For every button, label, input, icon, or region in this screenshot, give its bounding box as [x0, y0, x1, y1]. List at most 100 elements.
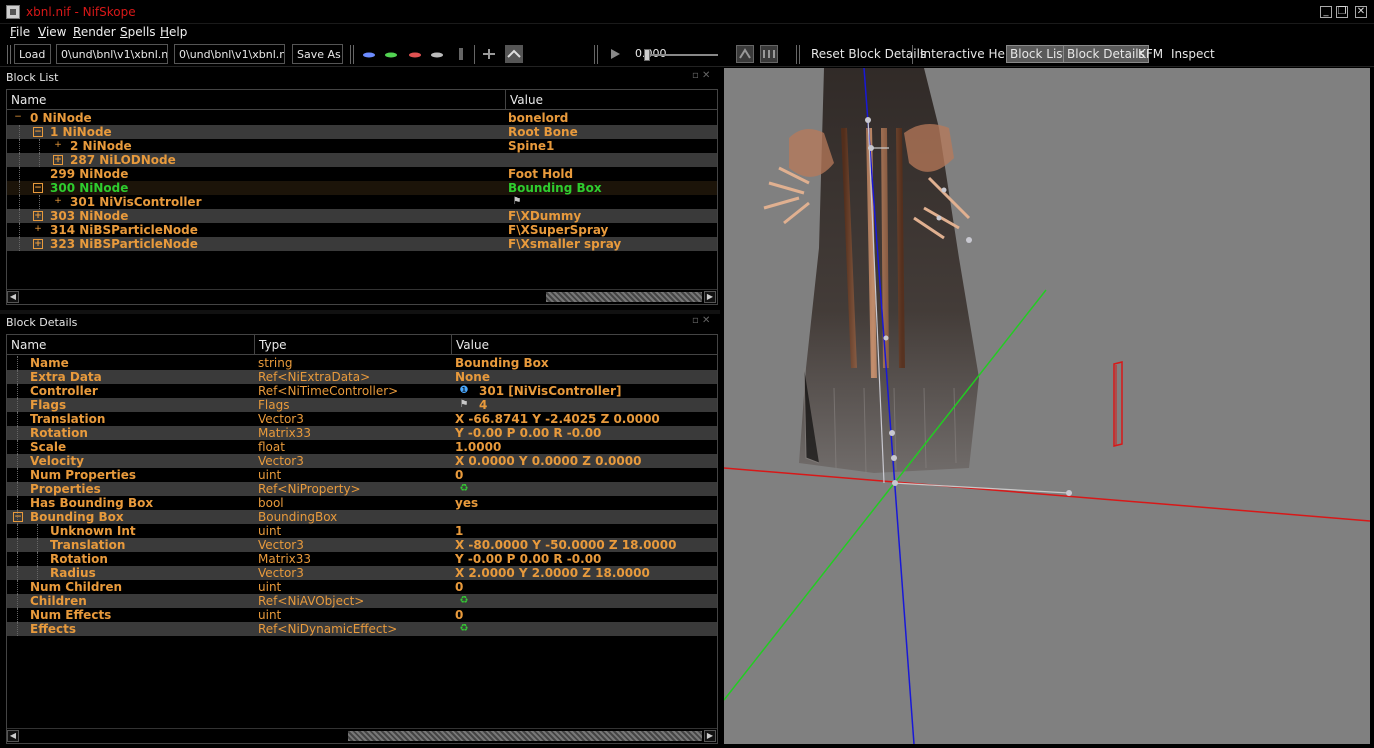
- expand-icon[interactable]: +: [33, 211, 43, 221]
- block-details-row[interactable]: Has Bounding Box bool yes: [7, 496, 717, 510]
- bounding-box-outline[interactable]: [1113, 361, 1123, 447]
- scroll-left-arrow[interactable]: ◀: [7, 730, 19, 742]
- save-as-button[interactable]: Save As: [292, 44, 343, 64]
- block-details-row[interactable]: Properties Ref<NiProperty> ♻: [7, 482, 717, 496]
- block-list-dock-buttons[interactable]: ▫ ✕: [692, 70, 710, 81]
- block-details-row[interactable]: Scale float 1.0000: [7, 440, 717, 454]
- field-value: 1.0000: [455, 440, 502, 454]
- scroll-right-arrow[interactable]: ▶: [704, 730, 716, 742]
- collapse-icon[interactable]: −: [33, 127, 43, 137]
- view-top-icon[interactable]: [362, 47, 376, 61]
- scroll-right-arrow[interactable]: ▶: [704, 291, 716, 303]
- time-slider[interactable]: [644, 54, 718, 56]
- menu-file[interactable]: File: [10, 25, 30, 39]
- block-details-row[interactable]: Effects Ref<NiDynamicEffect> ♻: [7, 622, 717, 636]
- block-list-row[interactable]: −1 NiNode Root Bone: [7, 125, 717, 139]
- load-path-field[interactable]: 0\und\bnl\v1\xbnl.nif: [56, 44, 168, 64]
- menu-help[interactable]: Help: [160, 25, 187, 39]
- block-details-hscrollbar[interactable]: ◀ ▶: [7, 728, 717, 742]
- block-details-row[interactable]: Controller Ref<NiTimeController> ❶ 301 [NiV…: [7, 384, 717, 398]
- view-front-icon[interactable]: [384, 47, 398, 61]
- block-list-row[interactable]: −0 NiNode bonelord: [7, 111, 717, 125]
- collapse-icon[interactable]: −: [13, 512, 23, 522]
- scroll-thumb[interactable]: [546, 292, 702, 302]
- column-header-name[interactable]: Name: [7, 90, 506, 110]
- block-list-tree[interactable]: Name Value −0 NiNode bonelord −1 NiNode Roo…: [6, 89, 718, 305]
- block-details-row[interactable]: Translation Vector3 X -66.8741 Y -2.4025 Z…: [7, 412, 717, 426]
- block-name: 0 NiNode: [30, 111, 92, 125]
- view-user-icon[interactable]: [430, 47, 444, 61]
- restore-button[interactable]: ❐: [1336, 6, 1348, 18]
- time-slider-handle[interactable]: [644, 49, 650, 61]
- model-bonelord[interactable]: [763, 68, 979, 474]
- expand-icon[interactable]: +: [33, 225, 43, 235]
- block-details-row[interactable]: Rotation Matrix33 Y -0.00 P 0.00 R -0.00: [7, 426, 717, 440]
- block-details-row[interactable]: Num Children uint 0: [7, 580, 717, 594]
- block-list-row[interactable]: +303 NiNode F\XDummy: [7, 209, 717, 223]
- block-details-row[interactable]: Radius Vector3 X 2.0000 Y 2.0000 Z 18.0000: [7, 566, 717, 580]
- block-list-row[interactable]: +301 NiVisController ⚑: [7, 195, 717, 209]
- block-details-row[interactable]: Velocity Vector3 X 0.0000 Y 0.0000 Z 0.000…: [7, 454, 717, 468]
- block-list-hscrollbar[interactable]: ◀ ▶: [7, 289, 717, 303]
- kfm-toggle[interactable]: KFM: [1138, 47, 1163, 61]
- expand-icon[interactable]: +: [33, 239, 43, 249]
- column-header-value[interactable]: Value: [506, 90, 717, 110]
- block-list-row[interactable]: +2 NiNode Spine1: [7, 139, 717, 153]
- block-list-row[interactable]: −300 NiNode Bounding Box: [7, 181, 717, 195]
- loop-button[interactable]: [736, 45, 754, 63]
- switch-button[interactable]: [760, 45, 778, 63]
- block-details-toggle[interactable]: Block Details: [1063, 45, 1149, 63]
- menu-spells[interactable]: Spells: [120, 25, 156, 39]
- block-list-row[interactable]: +323 NiBSParticleNode F\Xsmaller spray: [7, 237, 717, 251]
- menu-view[interactable]: View: [38, 25, 66, 39]
- save-path-field[interactable]: 0\und\bnl\v1\xbnl.nif: [174, 44, 285, 64]
- expand-icon[interactable]: +: [53, 141, 63, 151]
- reset-block-details-button[interactable]: Reset Block Details: [811, 47, 926, 61]
- close-button[interactable]: ✕: [1355, 6, 1367, 18]
- column-header-type[interactable]: Type: [255, 335, 452, 355]
- block-details-row[interactable]: Rotation Matrix33 Y -0.00 P 0.00 R -0.00: [7, 552, 717, 566]
- block-details-row[interactable]: Num Properties uint 0: [7, 468, 717, 482]
- toolbar-grip[interactable]: [594, 45, 598, 64]
- block-details-row[interactable]: Unknown Int uint 1: [7, 524, 717, 538]
- column-header-value[interactable]: Value: [452, 335, 717, 355]
- block-details-row[interactable]: Children Ref<NiAVObject> ♻: [7, 594, 717, 608]
- app-icon[interactable]: [6, 5, 20, 19]
- block-details-tree[interactable]: Name Type Value Name string Bounding Box Ex…: [6, 334, 718, 744]
- toolbar-grip[interactable]: [796, 45, 800, 64]
- block-list-toggle[interactable]: Block List: [1006, 45, 1072, 63]
- scroll-left-arrow[interactable]: ◀: [7, 291, 19, 303]
- flip-view-icon[interactable]: [482, 47, 496, 61]
- block-details-dock-buttons[interactable]: ▫ ✕: [692, 315, 710, 326]
- load-button[interactable]: Load: [14, 44, 51, 64]
- block-details-row[interactable]: Translation Vector3 X -80.0000 Y -50.0000 …: [7, 538, 717, 552]
- 3d-viewport[interactable]: [724, 68, 1370, 744]
- menu-render[interactable]: Render: [73, 25, 116, 39]
- block-details-row[interactable]: − Bounding Box BoundingBox: [7, 510, 717, 524]
- walk-mode-icon[interactable]: [454, 47, 468, 61]
- toolbar-grip[interactable]: [350, 45, 354, 64]
- block-details-row[interactable]: Extra Data Ref<NiExtraData> None: [7, 370, 717, 384]
- block-list-row[interactable]: +287 NiLODNode: [7, 153, 717, 167]
- minimize-button[interactable]: _: [1320, 6, 1332, 18]
- play-icon[interactable]: [608, 47, 622, 61]
- block-details-row[interactable]: Num Effects uint 0: [7, 608, 717, 622]
- field-name: Effects: [30, 622, 77, 636]
- view-side-icon[interactable]: [408, 47, 422, 61]
- collapse-icon[interactable]: −: [33, 183, 43, 193]
- panel-splitter[interactable]: [0, 310, 720, 314]
- inspect-toggle[interactable]: Inspect: [1171, 47, 1215, 61]
- block-details-row[interactable]: Flags Flags ⚑ 4: [7, 398, 717, 412]
- collapse-icon[interactable]: −: [13, 113, 23, 123]
- perspective-toggle-icon[interactable]: [505, 45, 523, 63]
- block-details-row[interactable]: Name string Bounding Box: [7, 356, 717, 370]
- expand-icon[interactable]: +: [53, 197, 63, 207]
- scroll-thumb[interactable]: [348, 731, 702, 741]
- column-header-name[interactable]: Name: [7, 335, 255, 355]
- interactive-help-button[interactable]: Interactive Help: [920, 47, 1016, 61]
- expand-icon[interactable]: +: [53, 155, 63, 165]
- block-list-row[interactable]: 299 NiNode Foot Hold: [7, 167, 717, 181]
- toolbar-grip[interactable]: [7, 45, 11, 64]
- tree-branch-line: [17, 538, 18, 552]
- block-list-row[interactable]: +314 NiBSParticleNode F\XSuperSpray: [7, 223, 717, 237]
